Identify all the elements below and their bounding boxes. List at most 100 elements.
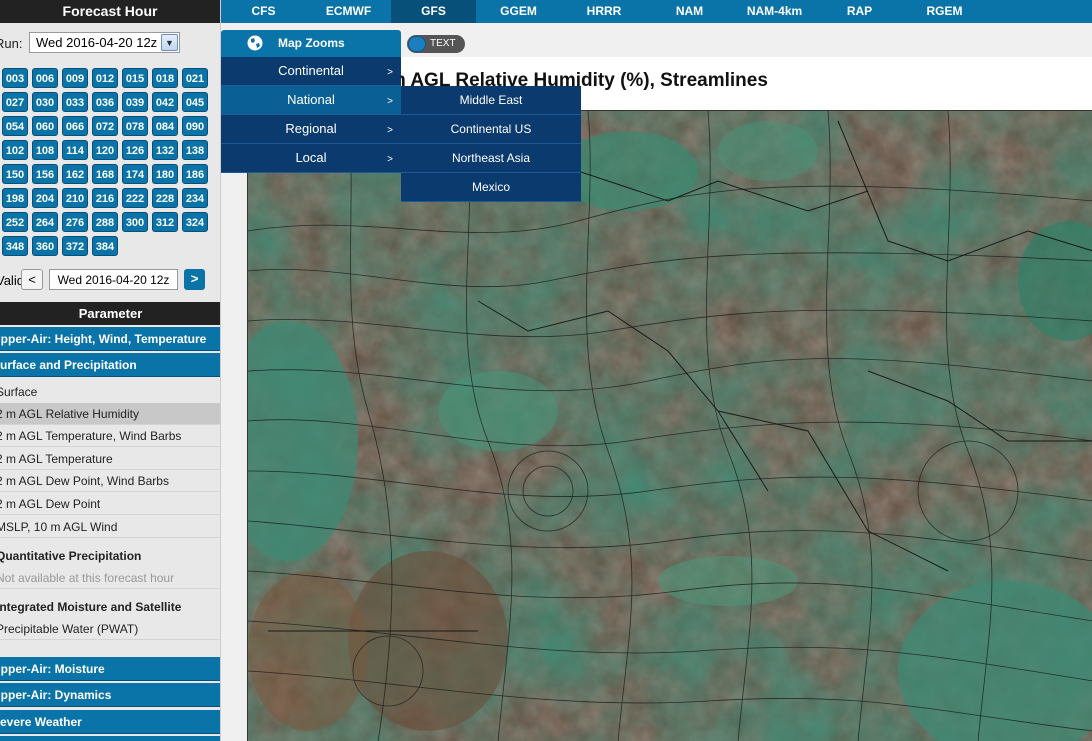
forecast-hour-button[interactable]: 168 <box>92 164 118 184</box>
prev-hour-button[interactable]: < <box>21 269 43 290</box>
forecast-hour-button[interactable]: 186 <box>182 164 208 184</box>
forecast-hour-button[interactable]: 300 <box>122 212 148 232</box>
forecast-hour-button[interactable]: 276 <box>62 212 88 232</box>
forecast-hour-button[interactable]: 126 <box>122 140 148 160</box>
forecast-hour-button[interactable]: 372 <box>62 236 88 256</box>
forecast-hour-button[interactable]: 222 <box>122 188 148 208</box>
forecast-hour-button[interactable]: 066 <box>62 116 88 136</box>
run-select[interactable]: Wed 2016-04-20 12z ▼ <box>29 32 180 53</box>
forecast-hour-button[interactable]: 030 <box>32 92 58 112</box>
category-surface-precip[interactable]: Surface and Precipitation <box>0 353 220 377</box>
forecast-hour-button[interactable]: 174 <box>122 164 148 184</box>
forecast-hour-button[interactable]: 312 <box>152 212 178 232</box>
forecast-hour-button[interactable]: 084 <box>152 116 178 136</box>
forecast-hour-button[interactable]: 228 <box>152 188 178 208</box>
category-severe-weather[interactable]: Severe Weather <box>0 710 220 734</box>
param-item-2m-dewpoint[interactable]: 2 m AGL Dew Point <box>0 493 220 515</box>
subhead-qpf: Quantitative Precipitation <box>0 549 142 563</box>
zoom-regional[interactable]: Regional > <box>221 115 401 144</box>
national-northeast-asia[interactable]: Northeast Asia <box>401 144 581 173</box>
map-image <box>248 111 1092 741</box>
forecast-hour-button[interactable]: 036 <box>92 92 118 112</box>
run-select-value: Wed 2016-04-20 12z <box>36 35 158 50</box>
zoom-local[interactable]: Local > <box>221 144 401 173</box>
model-tab-rap[interactable]: RAP <box>817 0 902 23</box>
forecast-hour-button[interactable]: 204 <box>32 188 58 208</box>
forecast-hour-button[interactable]: 108 <box>32 140 58 160</box>
category-upper-air-height[interactable]: Upper-Air: Height, Wind, Temperature <box>0 327 220 351</box>
model-tab-nam[interactable]: NAM <box>647 0 732 23</box>
forecast-hour-button[interactable]: 288 <box>92 212 118 232</box>
model-tabs: CFS ECMWF GFS GGEM HRRR NAM NAM-4km RAP RGEM <box>221 0 1092 23</box>
forecast-hour-button[interactable]: 120 <box>92 140 118 160</box>
forecast-map[interactable] <box>247 110 1092 741</box>
national-middle-east[interactable]: Middle East <box>401 86 581 115</box>
model-tab-ecmwf[interactable]: ECMWF <box>306 0 391 23</box>
forecast-hour-button[interactable]: 114 <box>62 140 88 160</box>
forecast-hour-button[interactable]: 234 <box>182 188 208 208</box>
forecast-hour-button[interactable]: 252 <box>2 212 28 232</box>
forecast-hour-button[interactable]: 027 <box>2 92 28 112</box>
text-toggle[interactable]: TEXT <box>407 35 465 53</box>
category-more[interactable] <box>0 736 220 741</box>
left-panel: Forecast Hour Run: Wed 2016-04-20 12z ▼ … <box>0 0 221 741</box>
forecast-hour-button[interactable]: 264 <box>32 212 58 232</box>
forecast-hour-button[interactable]: 060 <box>32 116 58 136</box>
param-item-2m-dewpoint-barbs[interactable]: 2 m AGL Dew Point, Wind Barbs <box>0 470 220 492</box>
zoom-national-label: National <box>287 92 335 107</box>
param-item-2m-rh[interactable]: 2 m AGL Relative Humidity <box>0 403 220 425</box>
forecast-hour-button[interactable]: 198 <box>2 188 28 208</box>
next-hour-button[interactable]: > <box>184 269 205 290</box>
forecast-hour-button[interactable]: 003 <box>2 68 28 88</box>
model-tab-ggem[interactable]: GGEM <box>476 0 561 23</box>
forecast-hour-button[interactable]: 078 <box>122 116 148 136</box>
zoom-regional-label: Regional <box>285 121 337 136</box>
category-upper-air-dynamics[interactable]: Upper-Air: Dynamics <box>0 683 220 707</box>
zoom-local-label: Local <box>295 150 327 165</box>
param-item-2m-temp-barbs[interactable]: 2 m AGL Temperature, Wind Barbs <box>0 425 220 447</box>
national-continental-us[interactable]: Continental US <box>401 115 581 144</box>
national-mexico[interactable]: Mexico <box>401 173 581 202</box>
zoom-continental[interactable]: Continental > <box>221 57 401 86</box>
forecast-hour-button[interactable]: 138 <box>182 140 208 160</box>
forecast-hour-button[interactable]: 132 <box>152 140 178 160</box>
forecast-hour-button[interactable]: 012 <box>92 68 118 88</box>
forecast-hour-button[interactable]: 039 <box>122 92 148 112</box>
param-item-mslp-wind[interactable]: MSLP, 10 m AGL Wind <box>0 516 220 538</box>
forecast-hour-button[interactable]: 015 <box>122 68 148 88</box>
category-upper-air-moisture[interactable]: Upper-Air: Moisture <box>0 657 220 681</box>
model-tab-hrrr[interactable]: HRRR <box>561 0 647 23</box>
model-tab-rgem[interactable]: RGEM <box>902 0 987 23</box>
forecast-hour-button[interactable]: 210 <box>62 188 88 208</box>
forecast-hour-button[interactable]: 384 <box>92 236 118 256</box>
forecast-hour-button[interactable]: 180 <box>152 164 178 184</box>
param-item-2m-temp[interactable]: 2 m AGL Temperature <box>0 448 220 470</box>
forecast-hour-button[interactable]: 054 <box>2 116 28 136</box>
map-zooms-header[interactable]: Map Zooms <box>221 30 401 57</box>
model-tab-gfs[interactable]: GFS <box>391 0 476 23</box>
forecast-hour-button[interactable]: 072 <box>92 116 118 136</box>
forecast-hour-button[interactable]: 009 <box>62 68 88 88</box>
model-tab-nam-4km[interactable]: NAM-4km <box>732 0 817 23</box>
chevron-right-icon: > <box>387 125 393 136</box>
forecast-hour-button[interactable]: 021 <box>182 68 208 88</box>
forecast-hour-button[interactable]: 045 <box>182 92 208 112</box>
forecast-hour-button[interactable]: 348 <box>2 236 28 256</box>
forecast-hour-button[interactable]: 324 <box>182 212 208 232</box>
forecast-hour-button[interactable]: 162 <box>62 164 88 184</box>
chevron-down-icon[interactable]: ▼ <box>161 34 178 51</box>
forecast-hour-button[interactable]: 216 <box>92 188 118 208</box>
model-tab-cfs[interactable]: CFS <box>221 0 306 23</box>
param-item-pwat[interactable]: Precipitable Water (PWAT) <box>0 618 220 640</box>
forecast-hour-button[interactable]: 090 <box>182 116 208 136</box>
forecast-hour-button[interactable]: 102 <box>2 140 28 160</box>
zoom-national[interactable]: National > <box>221 86 401 115</box>
forecast-hour-button[interactable]: 018 <box>152 68 178 88</box>
forecast-hour-button[interactable]: 360 <box>32 236 58 256</box>
globe-icon <box>247 35 263 51</box>
forecast-hour-button[interactable]: 156 <box>32 164 58 184</box>
forecast-hour-button[interactable]: 150 <box>2 164 28 184</box>
forecast-hour-button[interactable]: 006 <box>32 68 58 88</box>
forecast-hour-button[interactable]: 042 <box>152 92 178 112</box>
forecast-hour-button[interactable]: 033 <box>62 92 88 112</box>
